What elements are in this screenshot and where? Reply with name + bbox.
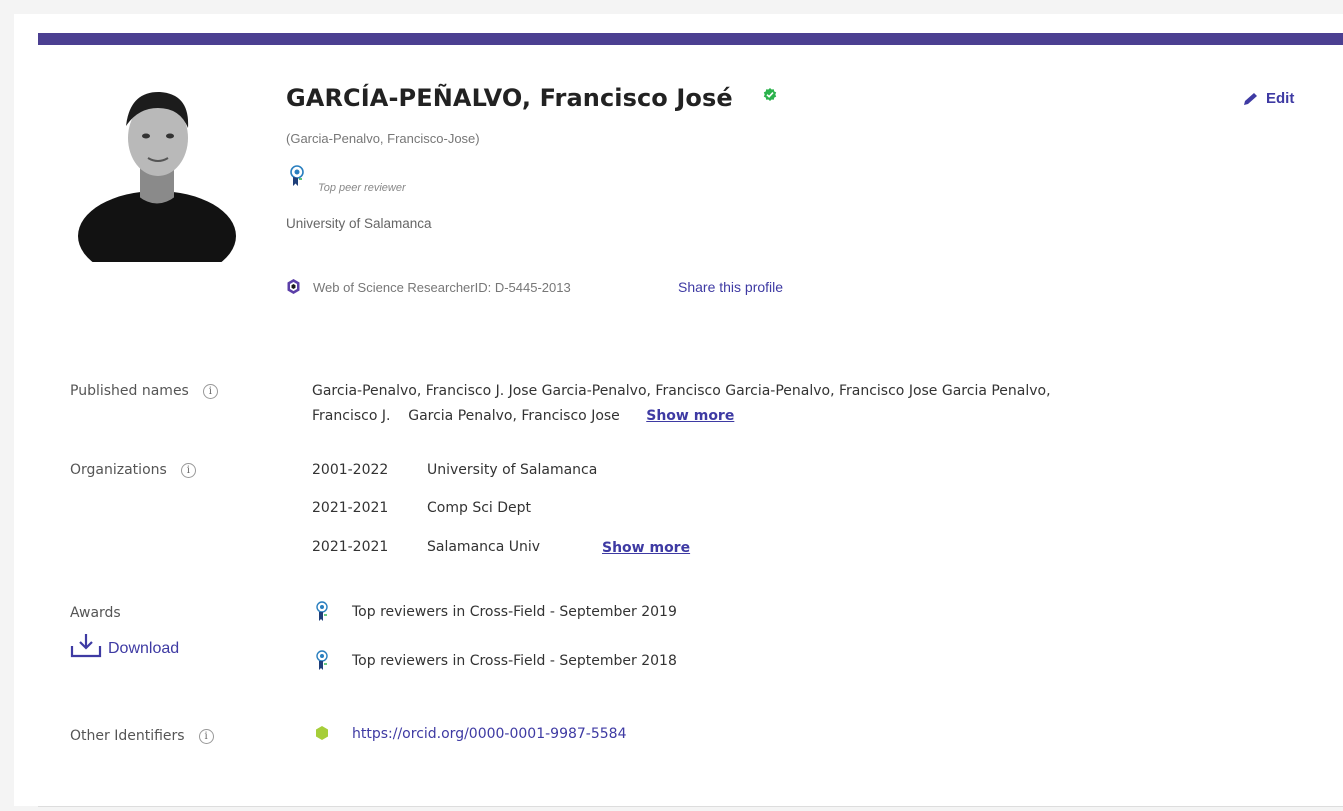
award-ribbon-icon (290, 165, 304, 186)
award-ribbon-icon (316, 601, 328, 621)
award-item: Top reviewers in Cross-Field - September… (352, 604, 677, 620)
download-button[interactable]: Download (70, 632, 179, 658)
info-icon[interactable]: i (202, 383, 218, 399)
awards-label: Awards (70, 605, 121, 621)
primary-affiliation: University of Salamanca (286, 216, 432, 231)
organization-name: Salamanca Univ (427, 539, 541, 555)
orcid-hexagon-icon (316, 726, 328, 740)
organization-years: 2021-2021 (312, 500, 389, 516)
share-profile-link[interactable]: Share this profile (678, 279, 783, 295)
other-identifiers-label-text: Other Identifiers (70, 728, 185, 744)
info-icon[interactable]: i (198, 728, 214, 744)
clarivate-logo-icon (287, 279, 300, 294)
published-names-line-1: Garcia-Penalvo, Francisco J. Jose Garcia… (312, 383, 1051, 399)
download-label: Download (108, 640, 180, 657)
published-names-show-more[interactable]: Show more (646, 408, 734, 424)
published-names-line-2-text: Francisco J. Garcia Penalvo, Francisco J… (312, 408, 620, 424)
award-item: Top reviewers in Cross-Field - September… (352, 653, 677, 669)
organization-name: Comp Sci Dept (427, 500, 532, 516)
other-identifiers-label: Other Identifiers i (70, 728, 214, 744)
organization-years: 2021-2021 (312, 539, 389, 555)
award-ribbon-icon (316, 650, 328, 670)
organizations-show-more[interactable]: Show more (602, 540, 690, 556)
published-names-line-2: Francisco J. Garcia Penalvo, Francisco J… (312, 408, 734, 424)
orcid-link[interactable]: https://orcid.org/0000-0001-9987-5584 (352, 726, 626, 742)
profile-accent-bar (38, 33, 1343, 45)
profile-avatar (78, 91, 236, 262)
check-badge-icon (763, 88, 777, 101)
organizations-label-text: Organizations (70, 462, 167, 478)
published-names-label-text: Published names (70, 383, 189, 399)
researcher-id: Web of Science ResearcherID: D-5445-2013 (313, 280, 571, 295)
organizations-label: Organizations i (70, 462, 196, 478)
card-bottom-border (38, 806, 1343, 807)
edit-label: Edit (1266, 90, 1295, 107)
organization-name: University of Salamanca (427, 462, 598, 478)
info-icon[interactable]: i (180, 462, 196, 478)
researcher-name: GARCÍA-PEÑALVO, Francisco José (286, 84, 733, 112)
pencil-icon (1244, 92, 1257, 105)
alternate-name: (Garcia-Penalvo, Francisco-Jose) (286, 131, 480, 146)
download-icon (70, 634, 102, 658)
top-reviewer-badge-text: Top peer reviewer (318, 182, 406, 194)
edit-button[interactable]: Edit (1242, 90, 1294, 107)
organization-years: 2001-2022 (312, 462, 389, 478)
published-names-label: Published names i (70, 383, 218, 399)
awards-label-text: Awards (70, 605, 121, 621)
